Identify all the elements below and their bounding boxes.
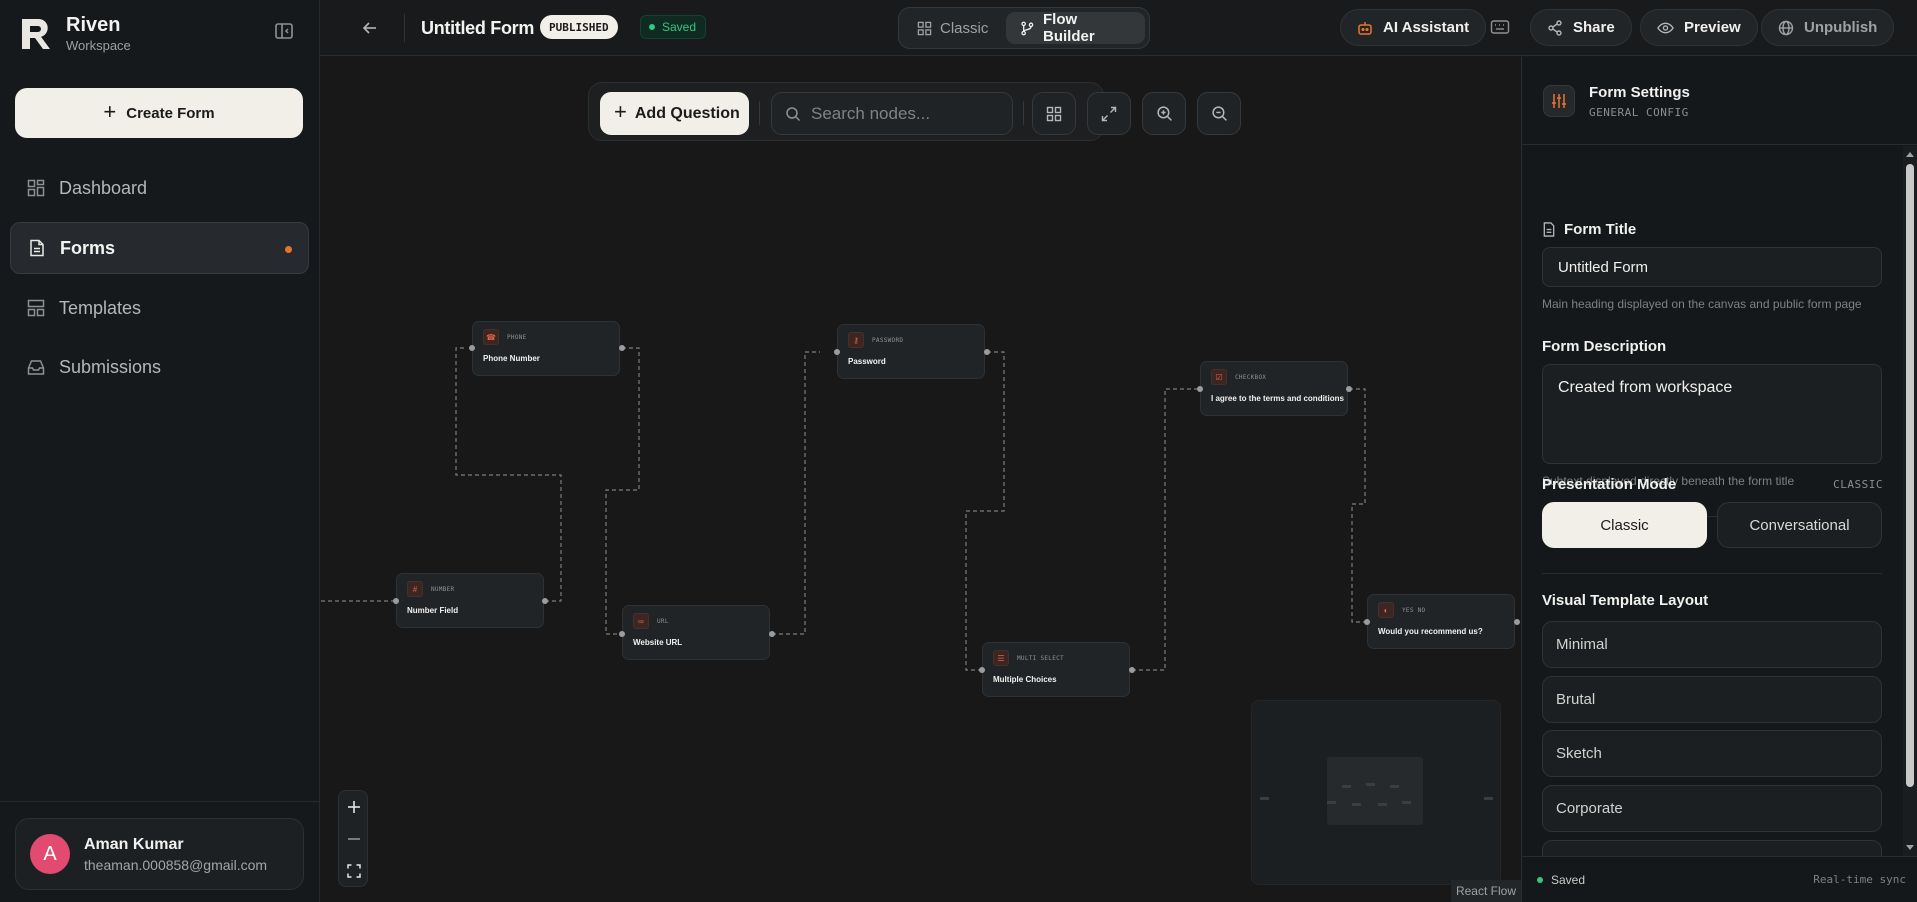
- panel-header: Form Settings GENERAL CONFIG: [1522, 57, 1917, 145]
- form-title-input[interactable]: Untitled Form: [1542, 247, 1882, 287]
- brand-name: Riven: [66, 14, 121, 36]
- panel-subtitle: GENERAL CONFIG: [1589, 106, 1689, 119]
- keyboard-icon[interactable]: [1490, 18, 1510, 36]
- back-arrow-icon[interactable]: [360, 18, 380, 38]
- presentation-mode-label: Presentation Mode: [1542, 476, 1677, 493]
- brand-subtitle: Workspace: [66, 38, 131, 53]
- divider: [404, 14, 405, 42]
- zoom-in-control[interactable]: [339, 791, 369, 823]
- templates-icon: [27, 299, 45, 317]
- plus-icon: +: [103, 98, 117, 124]
- layout-option-minimal[interactable]: Minimal: [1542, 621, 1882, 668]
- robot-icon: [1358, 21, 1372, 35]
- layout-option-partial[interactable]: [1542, 840, 1882, 856]
- zoom-out-control[interactable]: [339, 823, 369, 855]
- user-name: Aman Kumar: [84, 835, 184, 853]
- layout-option-sketch[interactable]: Sketch: [1542, 730, 1882, 777]
- tab-label: Classic: [940, 19, 989, 37]
- share-button[interactable]: Share: [1530, 9, 1632, 46]
- minimap-nodes: [1260, 783, 1493, 806]
- flow-builder-mode-tab[interactable]: Flow Builder: [1006, 11, 1145, 45]
- plus-icon: [348, 801, 360, 813]
- nav-item-submissions[interactable]: Submissions: [10, 341, 309, 393]
- unpublish-label: Unpublish: [1804, 19, 1878, 36]
- create-form-label: Create Form: [126, 104, 215, 122]
- nav-label: Templates: [59, 297, 142, 318]
- conversational-mode-option[interactable]: Conversational: [1717, 502, 1882, 548]
- user-card[interactable]: A Aman Kumar theaman.000858@gmail.com: [15, 818, 304, 890]
- label-text: Form Title: [1564, 221, 1637, 238]
- footer-status-text: Saved: [1551, 873, 1586, 887]
- save-status-text: Saved: [662, 20, 697, 34]
- nav-item-templates[interactable]: Templates: [10, 282, 309, 334]
- nav-item-dashboard[interactable]: Dashboard: [10, 162, 309, 214]
- form-title: Untitled Form: [421, 18, 535, 38]
- status-badge: PUBLISHED: [540, 15, 618, 39]
- grid-icon: [917, 21, 932, 35]
- scroll-up-icon[interactable]: [1903, 148, 1917, 160]
- preview-button[interactable]: Preview: [1640, 9, 1758, 46]
- classic-mode-tab[interactable]: Classic: [903, 12, 1002, 44]
- presentation-mode-tag: CLASSIC: [1833, 478, 1883, 491]
- fit-view-control[interactable]: [339, 855, 369, 887]
- top-bar: Untitled Form PUBLISHED Saved Classic Fl…: [320, 0, 1917, 56]
- layout-option-brutal[interactable]: Brutal: [1542, 676, 1882, 723]
- scroll-down-icon[interactable]: [1903, 842, 1917, 854]
- ai-assistant-button[interactable]: AI Assistant: [1340, 9, 1487, 46]
- nav-label: Submissions: [59, 356, 162, 377]
- panel-body: Form Title Untitled Form Main heading di…: [1522, 146, 1917, 856]
- nav-item-forms[interactable]: Forms: [10, 222, 309, 274]
- avatar: A: [30, 834, 70, 874]
- divider: [1542, 573, 1882, 574]
- classic-mode-option[interactable]: Classic: [1542, 502, 1707, 548]
- panel-scrollbar[interactable]: [1903, 146, 1917, 856]
- riven-logo-icon: [22, 18, 50, 49]
- form-title-hint: Main heading displayed on the canvas and…: [1542, 297, 1862, 311]
- form-description-textarea[interactable]: Created from workspace: [1542, 364, 1882, 464]
- sidebar: Riven Workspace + Create Form Dashboard …: [0, 0, 320, 902]
- document-icon: [30, 239, 44, 257]
- minimap[interactable]: [1251, 700, 1501, 885]
- unpublish-button[interactable]: Unpublish: [1761, 9, 1895, 46]
- dashboard-icon: [27, 179, 45, 197]
- flow-canvas[interactable]: + Add Question #NUMBER N: [321, 57, 1521, 902]
- share-icon: [1548, 19, 1562, 36]
- divider: [0, 801, 320, 802]
- unread-dot: [285, 246, 292, 253]
- create-form-button[interactable]: + Create Form: [15, 88, 303, 138]
- react-flow-attribution[interactable]: React Flow: [1450, 880, 1521, 902]
- layout-option-corporate[interactable]: Corporate: [1542, 785, 1882, 832]
- zoom-controls: [338, 790, 368, 887]
- settings-panel: Form Settings GENERAL CONFIG Form Title …: [1521, 57, 1917, 902]
- form-title-label: Form Title: [1542, 221, 1636, 238]
- collapse-sidebar-icon[interactable]: [274, 21, 294, 41]
- nav-label: Dashboard: [59, 177, 148, 198]
- view-mode-toggle: Classic Flow Builder: [898, 7, 1150, 49]
- nav-label: Forms: [60, 237, 116, 258]
- fullscreen-icon: [347, 864, 361, 878]
- save-status-badge: Saved: [640, 15, 707, 39]
- scrollbar-thumb[interactable]: [1906, 164, 1914, 787]
- globe-icon: [1778, 20, 1794, 35]
- status-dot: [1537, 877, 1543, 883]
- panel-title: Form Settings: [1589, 84, 1690, 101]
- footer-save-status: Saved: [1537, 873, 1585, 887]
- form-description-label: Form Description: [1542, 338, 1667, 355]
- preview-label: Preview: [1684, 19, 1741, 36]
- eye-icon: [1657, 22, 1674, 33]
- visual-template-layout-label: Visual Template Layout: [1542, 592, 1709, 609]
- minus-icon: [348, 838, 360, 840]
- workflow-icon: [1021, 21, 1034, 35]
- sync-status: Real-time sync: [1813, 873, 1906, 886]
- share-label: Share: [1573, 19, 1615, 36]
- inbox-icon: [27, 360, 45, 375]
- panel-footer: Saved Real-time sync: [1522, 856, 1917, 902]
- brand[interactable]: Riven Workspace: [20, 14, 131, 53]
- sliders-icon: [1543, 85, 1575, 117]
- status-dot: [649, 24, 655, 30]
- document-icon: [1543, 222, 1555, 237]
- user-email: theaman.000858@gmail.com: [84, 856, 268, 873]
- ai-assistant-label: AI Assistant: [1383, 19, 1470, 36]
- tab-label: Flow Builder: [1043, 11, 1095, 45]
